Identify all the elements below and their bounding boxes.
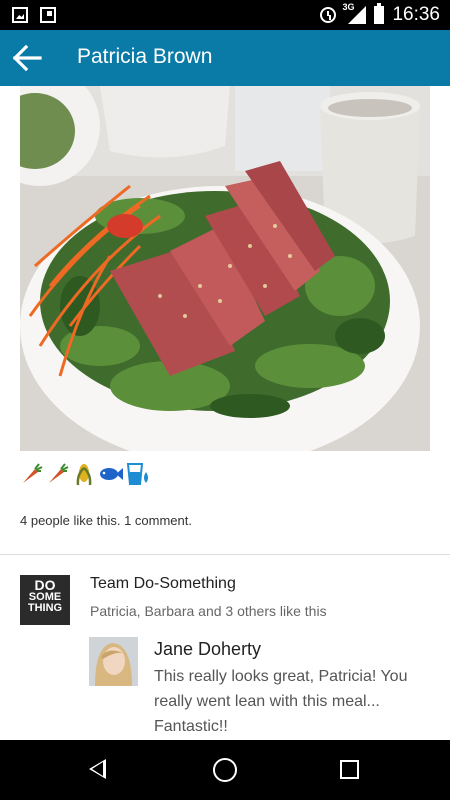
divider <box>0 554 450 555</box>
likes-summary[interactable]: 4 people like this. 1 comment. <box>20 513 192 528</box>
battery-icon <box>374 3 385 24</box>
team-name[interactable]: Team Do-Something <box>90 575 236 593</box>
comment-text: This really looks great, Patricia! You r… <box>154 668 408 735</box>
fish-icon <box>98 462 124 491</box>
image-notification-icon <box>12 7 28 23</box>
app-bar: Patricia Brown <box>0 30 450 86</box>
comment-author[interactable]: Jane Doherty <box>154 639 261 660</box>
status-bar: 3G 16:36 <box>0 0 450 30</box>
avatar[interactable] <box>89 637 138 686</box>
clock: 16:36 <box>392 4 440 25</box>
alarm-icon <box>320 7 337 23</box>
nav-recents-icon[interactable] <box>340 760 359 779</box>
team-avatar-text: DO <box>34 577 56 593</box>
water-icon <box>126 462 152 491</box>
notification-icons <box>12 7 56 23</box>
signal-icon: 3G <box>342 2 367 24</box>
navigation-bar <box>0 740 450 800</box>
nav-home-icon[interactable] <box>213 758 237 782</box>
carrot-icon <box>20 462 44 491</box>
back-arrow-icon[interactable] <box>12 44 42 72</box>
team-avatar[interactable]: DO SOME THING <box>20 575 70 625</box>
team-likes[interactable]: Patricia, Barbara and 3 others like this <box>90 603 327 619</box>
team-avatar-text: THING <box>27 602 63 614</box>
app-notification-icon <box>40 7 56 23</box>
page-title: Patricia Brown <box>77 45 213 68</box>
status-right: 3G 16:36 <box>320 2 440 26</box>
food-icons-row <box>20 462 152 491</box>
nav-back-icon[interactable] <box>89 759 106 779</box>
carrot-icon <box>46 462 70 491</box>
corn-icon <box>72 462 96 491</box>
meal-photo[interactable] <box>20 86 430 451</box>
